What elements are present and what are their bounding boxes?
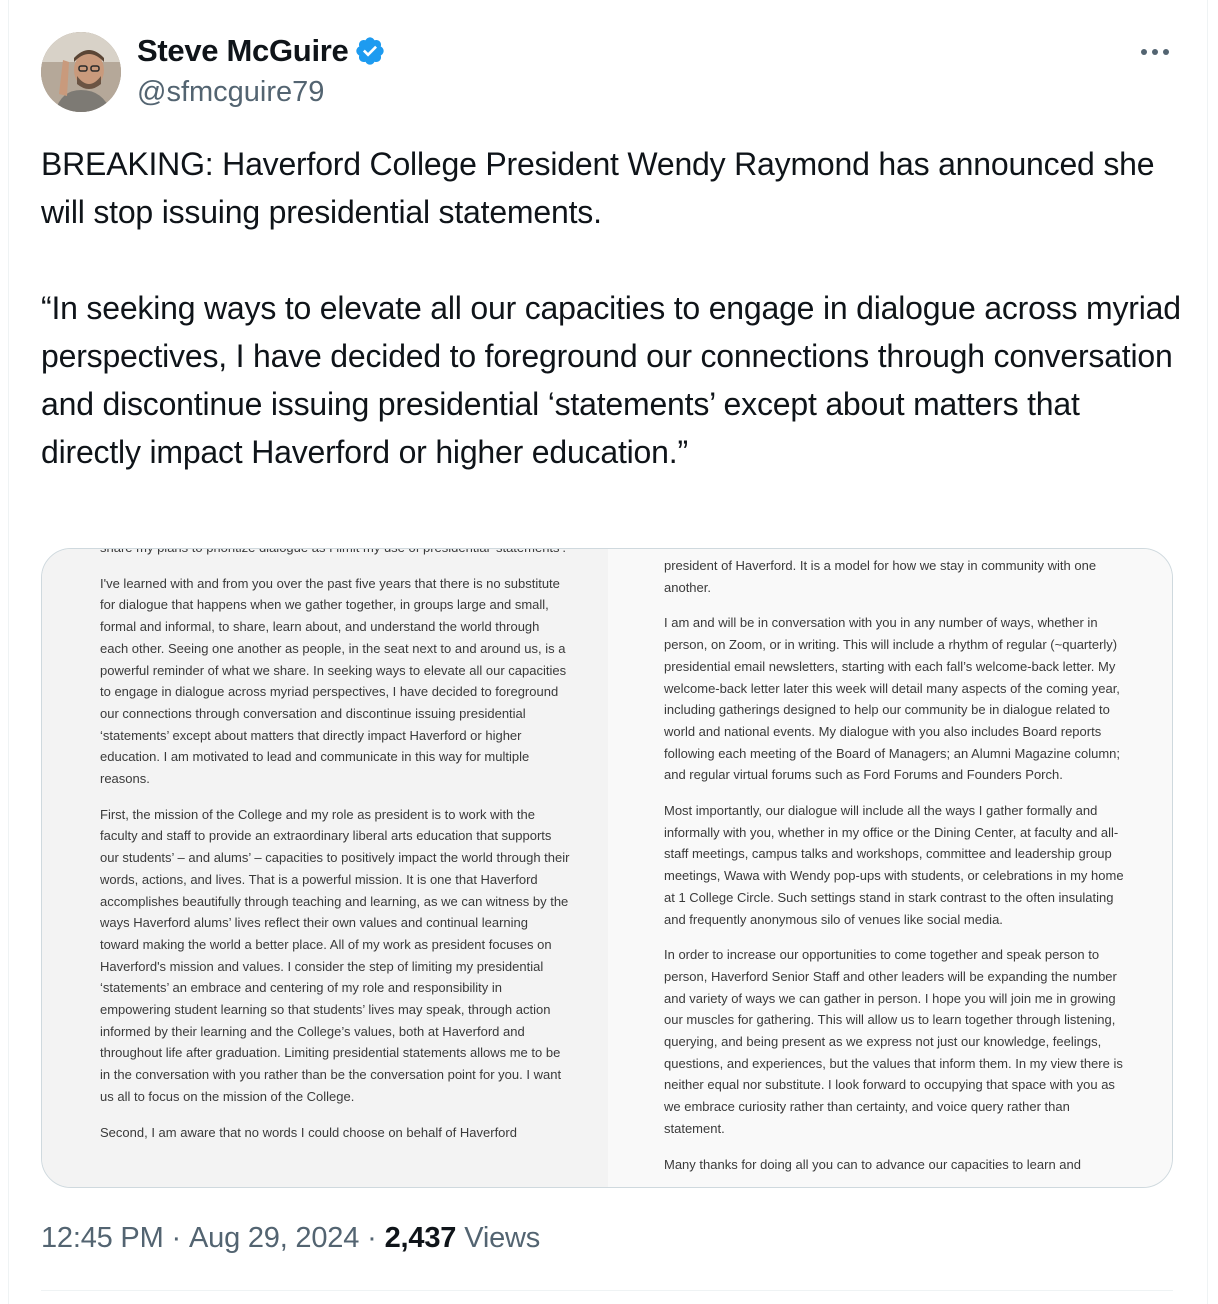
document-paragraph: share my plans to prioritize dialogue as… (100, 549, 570, 559)
separator: · (367, 1222, 377, 1254)
more-options-button[interactable] (1135, 36, 1175, 68)
display-name[interactable]: Steve McGuire (137, 33, 349, 69)
document-paragraph: Most importantly, our dialogue will incl… (664, 803, 1124, 927)
document-paragraph: I am and will be in conversation with yo… (664, 615, 1120, 783)
user-handle[interactable]: @sfmcguire79 (137, 76, 324, 109)
views-count[interactable]: 2,437 (385, 1222, 457, 1255)
document-left-column: share my plans to prioritize dialogue as… (100, 549, 570, 1175)
document-paragraph: I've learned with and from you over the … (100, 575, 567, 787)
tweet-time[interactable]: 12:45 PM (41, 1222, 164, 1255)
document-paragraph: Many thanks for doing all you can to adv… (664, 1156, 1081, 1172)
views-label[interactable]: Views (464, 1222, 540, 1255)
tweet-text: BREAKING: Haverford College President We… (41, 140, 1181, 476)
tweet-paragraph: “In seeking ways to elevate all our capa… (41, 290, 1181, 470)
document-right-column: president of Haverford. It is a model fo… (664, 555, 1124, 1187)
verified-badge-icon[interactable] (354, 35, 386, 67)
avatar[interactable] (41, 32, 121, 112)
avatar-photo (41, 32, 121, 112)
attached-image[interactable]: share my plans to prioritize dialogue as… (41, 548, 1173, 1188)
document-paragraph: In order to increase our opportunities t… (664, 947, 1123, 1136)
tweet-date[interactable]: Aug 29, 2024 (189, 1222, 359, 1255)
document-paragraph: president of Haverford. It is a model fo… (664, 558, 1097, 595)
more-horizontal-icon (1141, 49, 1169, 55)
tweet-metadata: 12:45 PM · Aug 29, 2024 · 2,437 Views (41, 1222, 540, 1255)
document-paragraph: Second, I am aware that no words I could… (100, 1124, 517, 1140)
divider (41, 1290, 1173, 1291)
tweet-paragraph: BREAKING: Haverford College President We… (41, 146, 1155, 230)
tweet-card: Steve McGuire @sfmcguire79 BREAKING: Hav… (8, 0, 1208, 1304)
document-paragraph: First, the mission of the College and my… (100, 806, 570, 1104)
separator: · (171, 1222, 182, 1254)
